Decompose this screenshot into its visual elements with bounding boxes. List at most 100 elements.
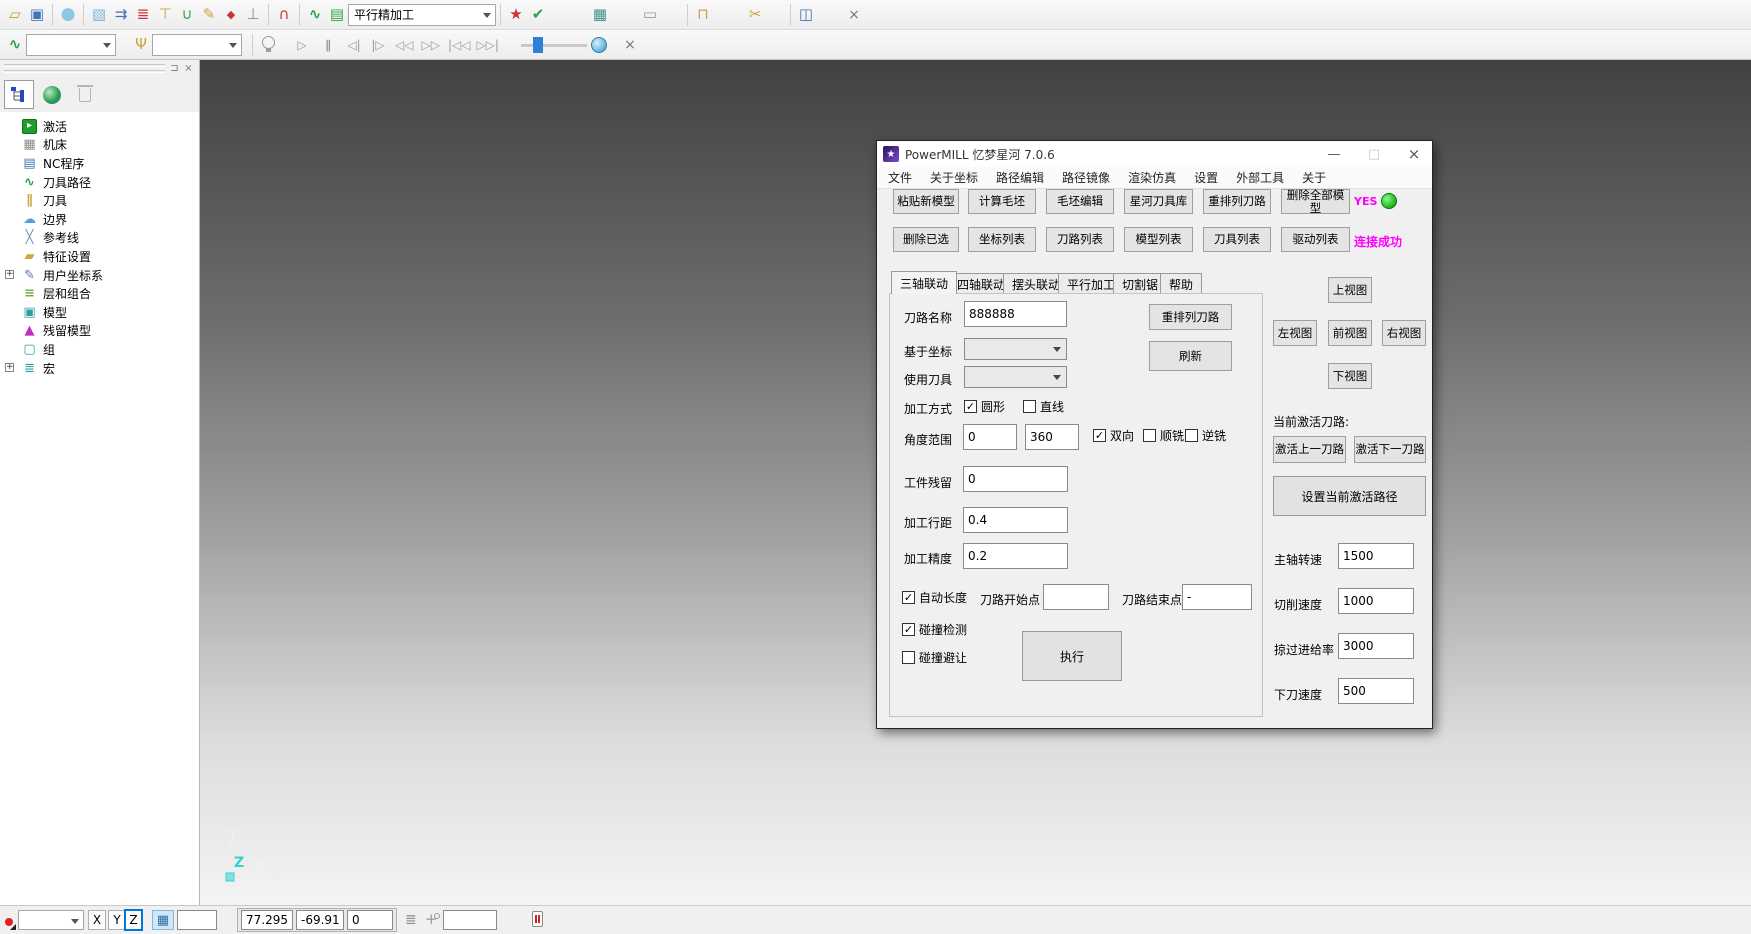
simulation-speed-slider[interactable]: [521, 37, 587, 53]
rewind-icon[interactable]: [393, 33, 415, 57]
menu-render-sim[interactable]: 渲染仿真: [1119, 169, 1185, 186]
tree-item-activate[interactable]: 激活: [0, 117, 199, 136]
tree-item-toolpath[interactable]: 刀具路径: [0, 173, 199, 192]
tree-item-workplane[interactable]: +用户坐标系: [0, 266, 199, 285]
tree-item-levels[interactable]: 层和组合: [0, 284, 199, 303]
view-bottom-button[interactable]: 下视图: [1328, 363, 1372, 389]
end-point-input[interactable]: [1182, 584, 1252, 610]
menu-external-tools[interactable]: 外部工具: [1227, 169, 1293, 186]
arc-fit-icon[interactable]: [273, 3, 295, 27]
activate-next-toolpath-button[interactable]: 激活下一刀路: [1354, 436, 1426, 463]
climb-mill-checkbox[interactable]: 顺铣: [1143, 427, 1184, 444]
tool-holder-icon[interactable]: [242, 3, 264, 27]
play-icon[interactable]: [293, 33, 311, 57]
toolpath-list-button[interactable]: 刀路列表: [1046, 227, 1114, 252]
expand-toggle[interactable]: +: [5, 363, 14, 372]
mode-line-checkbox[interactable]: 直线: [1023, 398, 1064, 415]
panel-grip[interactable]: [4, 64, 165, 76]
view-sphere-icon[interactable]: [57, 3, 79, 27]
tab-globe[interactable]: [37, 80, 67, 109]
tool-icon[interactable]: [154, 3, 176, 27]
both-direction-checkbox[interactable]: 双向: [1093, 427, 1134, 444]
angle-from-input[interactable]: [963, 424, 1017, 450]
tool-library-button[interactable]: 星河刀具库: [1124, 189, 1193, 214]
toolpath-icon[interactable]: [110, 3, 132, 27]
minimize-button[interactable]: —: [1314, 141, 1354, 167]
mode-circle-checkbox[interactable]: 圆形: [964, 398, 1005, 415]
collision-check-checkbox[interactable]: 碰撞检测: [902, 621, 967, 638]
calculator-icon[interactable]: [589, 3, 611, 27]
rearrange-button[interactable]: 重排列刀路: [1149, 304, 1232, 330]
view-right-button[interactable]: 右视图: [1382, 320, 1426, 346]
statusbar-value-input[interactable]: [443, 910, 497, 930]
collision-avoid-checkbox[interactable]: 碰撞避让: [902, 649, 967, 666]
tools-icon[interactable]: [130, 33, 152, 57]
macro-icon[interactable]: [304, 3, 326, 27]
view-left-button[interactable]: 左视图: [1273, 320, 1317, 346]
tab-trash[interactable]: [70, 80, 100, 109]
start-point-input[interactable]: [1043, 584, 1109, 610]
execute-button[interactable]: 执行: [1022, 631, 1122, 681]
tree-item-pattern[interactable]: 参考线: [0, 229, 199, 248]
tree-item-stock-model[interactable]: 残留模型: [0, 322, 199, 341]
statusbar-combobox[interactable]: [18, 910, 84, 930]
hatchet-icon[interactable]: [505, 3, 527, 27]
axis-z-button[interactable]: Z: [124, 909, 143, 931]
close-button[interactable]: ×: [1394, 141, 1434, 167]
coordinate-list-icon[interactable]: [405, 912, 417, 928]
step-forward-icon[interactable]: [369, 33, 387, 57]
model-list-button[interactable]: 模型列表: [1124, 227, 1193, 252]
dock-panel-icon[interactable]: ⊐: [168, 62, 181, 75]
block-icon[interactable]: [88, 3, 110, 27]
menu-settings[interactable]: 设置: [1185, 169, 1227, 186]
paste-new-model-button[interactable]: 粘贴新模型: [893, 189, 959, 214]
open-project-icon[interactable]: [4, 3, 26, 27]
menu-about[interactable]: 关于: [1293, 169, 1335, 186]
tab-help[interactable]: 帮助: [1160, 273, 1202, 294]
tolerance-input[interactable]: [963, 543, 1068, 569]
menu-path-mirror[interactable]: 路径镜像: [1053, 169, 1119, 186]
coordinate-x-input[interactable]: [241, 910, 293, 930]
view-top-button[interactable]: 上视图: [1328, 277, 1372, 303]
lightbulb-icon[interactable]: [257, 33, 279, 57]
grid-size-input[interactable]: [177, 910, 217, 930]
stock-model-icon[interactable]: [795, 3, 817, 27]
drive-list-button[interactable]: 驱动列表: [1281, 227, 1350, 252]
cutting-feed-input[interactable]: [1338, 588, 1414, 614]
rearrange-toolpaths-button[interactable]: 重排列刀路: [1203, 189, 1271, 214]
base-coord-combobox[interactable]: [964, 338, 1067, 360]
delete-selected-button[interactable]: 删除已选: [893, 227, 959, 252]
tab-3axis[interactable]: 三轴联动: [891, 271, 957, 294]
stepover-input[interactable]: [963, 507, 1068, 533]
angle-to-input[interactable]: [1025, 424, 1079, 450]
set-active-path-button[interactable]: 设置当前激活路径: [1273, 476, 1426, 516]
delete-all-models-button[interactable]: 删除全部模型: [1281, 189, 1350, 214]
close-toolbar-icon[interactable]: [619, 33, 641, 57]
calc-stock-button[interactable]: 计算毛坯: [968, 189, 1036, 214]
tab-saw[interactable]: 切割锯: [1113, 273, 1167, 294]
tree-item-macro[interactable]: +宏: [0, 359, 199, 378]
tree-item-nc-program[interactable]: NC程序: [0, 154, 199, 173]
probe-icon[interactable]: [425, 913, 438, 927]
strategy-combobox[interactable]: 平行精加工: [348, 4, 496, 26]
sim-toolpath-combobox[interactable]: [26, 34, 116, 56]
leads-links-icon[interactable]: [176, 3, 198, 27]
tree-item-model[interactable]: 模型: [0, 303, 199, 322]
save-project-icon[interactable]: [26, 3, 48, 27]
grid-toggle-button[interactable]: [152, 910, 174, 930]
toolpath-name-input[interactable]: [964, 301, 1067, 327]
measure-icon[interactable]: [639, 3, 661, 27]
slider-handle[interactable]: [533, 37, 543, 53]
maximize-button[interactable]: □: [1354, 141, 1394, 167]
levels-icon[interactable]: [132, 3, 154, 27]
use-tool-combobox[interactable]: [964, 366, 1067, 388]
macro-icon[interactable]: [4, 33, 26, 57]
tab-explorer-tree[interactable]: [4, 80, 34, 109]
trim-icon[interactable]: [744, 3, 766, 27]
clock-icon[interactable]: [591, 37, 607, 53]
pause-icon[interactable]: [319, 33, 337, 57]
fast-forward-icon[interactable]: [419, 33, 441, 57]
pause-indicator-icon[interactable]: [532, 911, 543, 927]
expand-toggle[interactable]: +: [5, 270, 14, 279]
stock-edit-button[interactable]: 毛坯编辑: [1046, 189, 1114, 214]
